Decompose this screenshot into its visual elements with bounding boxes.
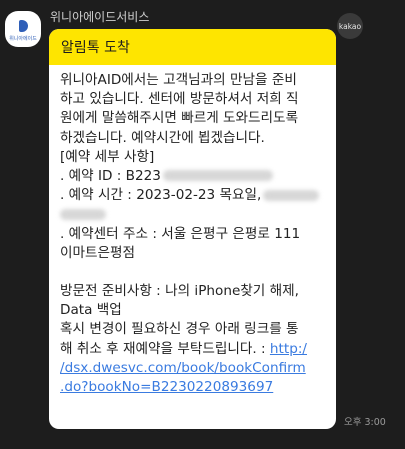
booking-link-line: /dsx.dwesvc.com/book/bookConfirm [60,359,326,378]
message-line: 방문전 준비사항 : 나의 iPhone찾기 해제, [60,283,299,300]
booking-link[interactable]: .do?bookNo=B2230220893697 [60,379,273,395]
redacted-reservation-id [162,170,273,182]
reservation-id-label: . 예약 ID : B223 [60,167,161,184]
bubble-header-title: 알림톡 도착 [61,40,130,56]
message-line: 이마트은평점 [60,244,136,261]
message-line-with-link: 해 취소 후 재예약을 부탁드립니다. : http:/ [60,340,326,359]
kakao-badge: kakao [337,13,363,39]
redacted-reservation-time [263,189,320,201]
sender-name: 위니아에이드서비스 [50,10,150,24]
reservation-time-row: . 예약 시간 : 2023-02-23 목요일, [60,186,326,205]
avatar-logo-text: 위니아에이드 [9,36,37,42]
message-timestamp: 오후 3:00 [344,417,386,428]
message-line: 해 취소 후 재예약을 부탁드립니다. : [60,340,270,357]
chat-screen: 위니아에이드 위니아에이드서비스 알림톡 도착 위니아AID에서는 고객님과의 … [0,0,405,449]
redacted-line [60,205,326,224]
redacted-reservation-time-continued [60,208,106,220]
bubble-header: 알림톡 도착 [49,29,336,65]
message-body: 위니아AID에서는 고객님과의 만남을 준비 하고 있습니다. 센터에 방문하셔… [49,65,336,397]
reservation-id-row: . 예약 ID : B223 [60,167,326,186]
sender-avatar[interactable]: 위니아에이드 [5,11,41,47]
brand-logo-icon [19,20,28,32]
booking-link[interactable]: http:/ [270,341,307,357]
message-line: . 예약센터 주소 : 서울 은평구 은평로 111 [60,225,301,242]
message-line: 하겠습니다. 예약시간에 뵙겠습니다. [60,129,265,146]
message-line: 위니아AID에서는 고객님과의 만남을 준비 [60,72,297,88]
booking-link-line: .do?bookNo=B2230220893697 [60,378,326,397]
message-line: Data 백업 [60,302,122,319]
reservation-time-label: . 예약 시간 : 2023-02-23 목요일, [60,187,262,204]
message-line: [예약 세부 사항] [60,148,155,165]
message-line: 하고 있습니다. 센터에 방문하셔서 저희 직 [60,91,299,108]
kakao-badge-label: kakao [338,21,362,31]
message-bubble[interactable]: 알림톡 도착 위니아AID에서는 고객님과의 만남을 준비 하고 있습니다. 센… [49,29,336,429]
message-line: 혹시 변경이 필요하신 경우 아래 링크를 통 [60,321,299,338]
message-line: 원에게 말씀해주시면 빠르게 도와드리도록 [60,110,299,127]
booking-link[interactable]: /dsx.dwesvc.com/book/bookConfirm [60,360,306,376]
